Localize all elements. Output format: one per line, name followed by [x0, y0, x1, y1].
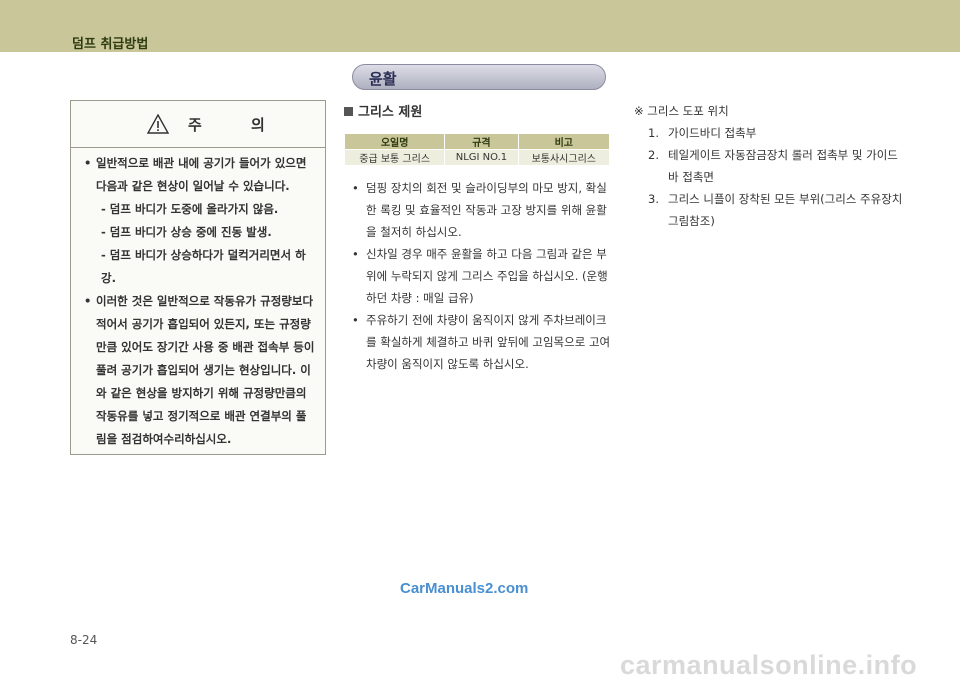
table-cell: NLGI NO.1: [444, 149, 519, 166]
table-row: 중급 보통 그리스 NLGI NO.1 보통사시그리스: [343, 149, 611, 166]
caution-item: • 일반적으로 배관 내에 공기가 들어가 있으면 다음과 같은 현상이 일어날…: [79, 152, 317, 198]
bullet: •: [352, 181, 359, 195]
numbered-item: 3. 그리스 니플이 장착된 모든 부위(그리스 주유장치 그림참조): [648, 188, 904, 232]
list-item: • 주유하기 전에 차량이 움직이지 않게 주차브레이크를 확실하게 체결하고 …: [352, 309, 614, 375]
caution-box: 주 의 • 일반적으로 배관 내에 공기가 들어가 있으면 다음과 같은 현상이…: [70, 100, 326, 455]
table-header-row: 오일명 규격 비고: [343, 133, 611, 150]
table-cell: 보통사시그리스: [517, 149, 611, 166]
square-bullet-icon: [344, 107, 353, 116]
bullet: •: [84, 156, 92, 170]
caution-body: • 일반적으로 배관 내에 공기가 들어가 있으면 다음과 같은 현상이 일어날…: [71, 148, 325, 451]
numbered-item: 2. 테일게이트 자동잠금장치 롤러 접촉부 및 가이드바 접촉면: [648, 144, 904, 188]
warning-triangle-icon: [147, 114, 169, 134]
table-header-cell: 오일명: [343, 133, 446, 150]
watermark-link[interactable]: CarManuals2.com: [400, 580, 528, 597]
list-item: • 신차일 경우 매주 윤활을 하고 다음 그림과 같은 부위에 누락되지 않게…: [352, 243, 614, 309]
item-text: 테일게이트 자동잠금장치 롤러 접촉부 및 가이드바 접촉면: [668, 148, 898, 184]
item-number: 1.: [648, 126, 659, 140]
item-number: 3.: [648, 192, 659, 206]
grease-spec-title: 그리스 제원: [344, 101, 422, 120]
header-title: 덤프 취급방법: [72, 37, 149, 52]
table-header-cell: 규격: [444, 133, 519, 150]
caution-header: 주 의: [71, 101, 325, 148]
grease-instructions: • 덤핑 장치의 회전 및 슬라이딩부의 마모 방지, 확실한 록킹 및 효율적…: [352, 177, 614, 375]
caution-subitem: - 덤프 바디가 상승 중에 진동 발생.: [101, 225, 272, 239]
numbered-item: 1. 가이드바디 접촉부: [648, 122, 904, 144]
table-cell: 중급 보통 그리스: [343, 149, 446, 166]
caution-title: 주 의: [188, 116, 287, 134]
caution-item: • 이러한 것은 일반적으로 작동유가 규정량보다 적어서 공기가 흡입되어 있…: [79, 290, 317, 451]
table-header-cell: 비고: [517, 133, 611, 150]
bullet: •: [352, 247, 359, 261]
footer-watermark: carmanualsonline.info: [620, 650, 918, 680]
section-title: 윤활: [369, 70, 397, 88]
item-number: 2.: [648, 148, 659, 162]
list-item-text: 덤핑 장치의 회전 및 슬라이딩부의 마모 방지, 확실한 록킹 및 효율적인 …: [366, 181, 607, 239]
grease-spec-title-text: 그리스 제원: [358, 105, 423, 120]
item-text: 가이드바디 접촉부: [668, 126, 757, 140]
list-item-text: 주유하기 전에 차량이 움직이지 않게 주차브레이크를 확실하게 체결하고 바퀴…: [366, 313, 611, 371]
caution-subitem: - 덤프 바디가 상승하다가 덜컥거리면서 하강.: [101, 248, 306, 285]
caution-item-text: 이러한 것은 일반적으로 작동유가 규정량보다 적어서 공기가 흡입되어 있든지…: [96, 294, 315, 446]
item-text: 그리스 니플이 장착된 모든 부위(그리스 주유장치 그림참조): [668, 192, 903, 228]
grease-points-note: ※ 그리스 도포 위치: [634, 104, 729, 118]
section-title-pill: 윤활: [352, 64, 606, 90]
caution-subitem: - 덤프 바디가 도중에 올라가지 않음.: [101, 202, 279, 216]
list-item: • 덤핑 장치의 회전 및 슬라이딩부의 마모 방지, 확실한 록킹 및 효율적…: [352, 177, 614, 243]
grease-points: ※ 그리스 도포 위치 1. 가이드바디 접촉부 2. 테일게이트 자동잠금장치…: [634, 100, 904, 232]
bullet: •: [84, 294, 92, 308]
list-item-text: 신차일 경우 매주 윤활을 하고 다음 그림과 같은 부위에 누락되지 않게 그…: [366, 247, 608, 305]
bullet: •: [352, 313, 359, 327]
page-number: 8-24: [70, 633, 98, 647]
grease-spec-table: 오일명 규격 비고 중급 보통 그리스 NLGI NO.1 보통사시그리스: [343, 133, 611, 166]
caution-item-text: 일반적으로 배관 내에 공기가 들어가 있으면 다음과 같은 현상이 일어날 수…: [96, 156, 307, 193]
